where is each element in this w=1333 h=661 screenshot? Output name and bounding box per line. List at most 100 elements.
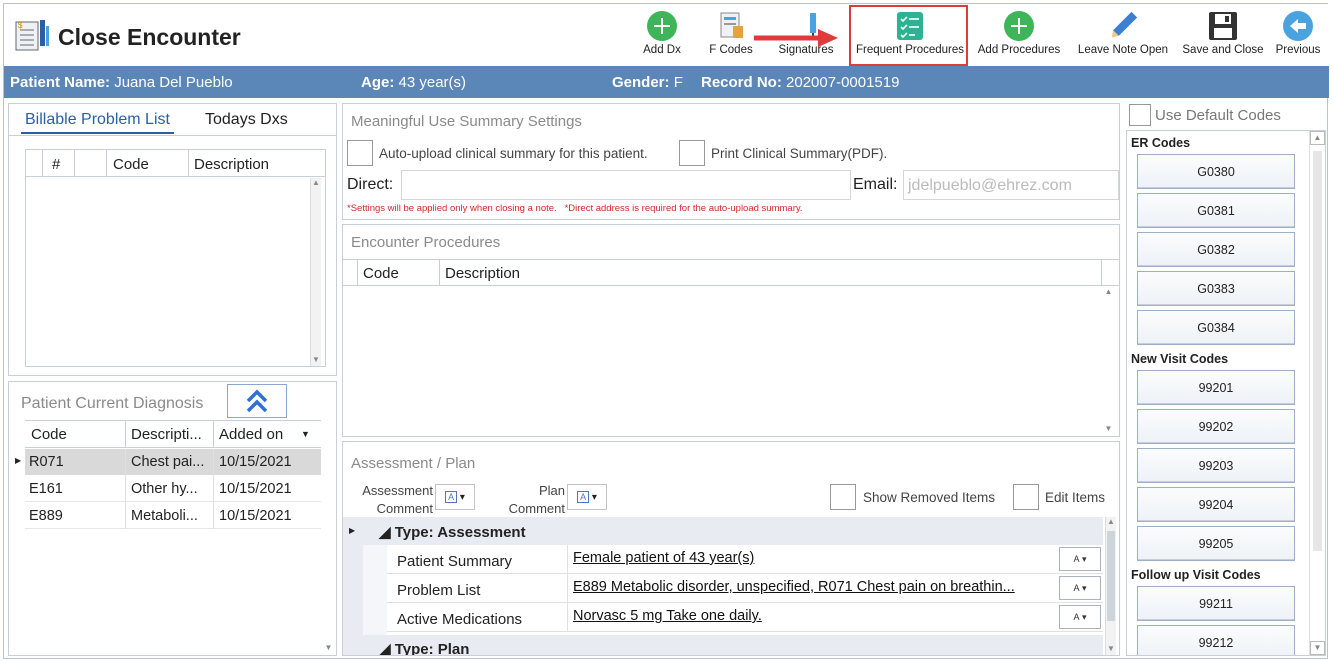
group-row-assessment[interactable]: ▶ ◢ Type: Assessment [343, 517, 1103, 545]
sort-down-icon[interactable]: ▼ [301, 429, 310, 439]
col-description[interactable]: Descripti... [131, 426, 202, 443]
assessment-plan-panel: Assessment / Plan Assessment Comment A ▾… [342, 441, 1120, 656]
encounter-procedures-panel: Encounter Procedures Code Description ▲ ▼ [342, 224, 1120, 437]
direct-label: Direct: [347, 176, 394, 193]
ap-title: Assessment / Plan [351, 455, 476, 472]
row-format-dropdown[interactable]: A ▾ [1059, 605, 1101, 629]
encounter-icon: $ [14, 18, 50, 54]
col-added-on[interactable]: Added on [219, 426, 283, 443]
plus-circle-icon [1004, 11, 1034, 41]
highlight-box [849, 5, 968, 66]
show-removed-checkbox[interactable] [830, 484, 856, 510]
group-plan-label: ◢ Type: Plan [379, 641, 470, 655]
auto-upload-checkbox[interactable] [347, 140, 373, 166]
plan-comment-dropdown[interactable]: A ▾ [567, 484, 607, 510]
ap-row-value[interactable]: E889 Metabolic disorder, unspecified, R0… [573, 579, 1057, 595]
group-assessment-label: ◢ Type: Assessment [379, 524, 526, 541]
edit-items-label: Edit Items [1045, 490, 1106, 505]
plus-circle-icon [647, 11, 677, 41]
save-and-close-label: Save and Close [1182, 44, 1264, 56]
list-item[interactable]: Active Medications Norvasc 5 mg Take one… [387, 603, 1103, 632]
assessment-plan-tree: ▶ ◢ Type: Assessment Patient Summary Fem… [343, 517, 1103, 655]
print-summary-checkbox[interactable] [679, 140, 705, 166]
edit-items-checkbox[interactable] [1013, 484, 1039, 510]
row-code: E889 [29, 508, 63, 524]
add-dx-button[interactable]: Add Dx [634, 8, 690, 64]
use-default-codes-checkbox[interactable] [1129, 104, 1151, 126]
scrollbar[interactable]: ▲ ▼ [310, 178, 321, 366]
ap-row-label: Active Medications [397, 611, 523, 628]
row-code: E161 [29, 481, 63, 497]
add-dx-label: Add Dx [643, 44, 681, 56]
assessment-comment-dropdown[interactable]: A ▾ [435, 484, 475, 510]
code-button-99205[interactable]: 99205 [1137, 526, 1295, 561]
plan-comment-label: Plan Comment [508, 483, 565, 516]
table-row[interactable]: ▶ R071 Chest pai... 10/15/2021 [15, 449, 321, 475]
text-format-icon: A [445, 491, 458, 503]
scrollbar[interactable]: ▲ ▼ [1105, 517, 1116, 655]
leave-note-open-button[interactable]: Leave Note Open [1074, 8, 1172, 64]
title-bar: $ Close Encounter Add Dx F Codes Signatu… [4, 4, 1329, 66]
row-code: R071 [29, 454, 64, 470]
collapse-button[interactable] [227, 384, 287, 418]
code-button-99204[interactable]: 99204 [1137, 487, 1295, 522]
er-codes-title: ER Codes [1131, 136, 1191, 150]
use-default-codes-label: Use Default Codes [1155, 107, 1281, 124]
code-button-99202[interactable]: 99202 [1137, 409, 1295, 444]
col-code[interactable]: Code [363, 265, 399, 282]
row-format-dropdown[interactable]: A ▾ [1059, 547, 1101, 571]
floppy-disk-icon [1209, 12, 1237, 40]
email-input[interactable]: jdelpueblo@ehrez.com [903, 170, 1119, 200]
record-label: Record No: [701, 74, 782, 91]
previous-button[interactable]: Previous [1272, 8, 1324, 64]
code-button-g0383[interactable]: G0383 [1137, 271, 1295, 306]
code-button-99211[interactable]: 99211 [1137, 586, 1295, 621]
new-visit-codes-title: New Visit Codes [1131, 352, 1229, 366]
save-and-close-button[interactable]: Save and Close [1180, 8, 1266, 64]
auto-upload-label: Auto-upload clinical summary for this pa… [379, 146, 648, 161]
ap-row-value[interactable]: Female patient of 43 year(s) [573, 550, 1057, 566]
row-description: Metaboli... [131, 508, 198, 524]
email-label: Email: [853, 176, 898, 193]
billable-problem-panel: Billable Problem List Todays Dxs # Code … [8, 103, 337, 376]
scrollbar[interactable]: ▲ ▼ [1103, 287, 1114, 435]
scrollbar[interactable]: ▲ ▼ [1309, 131, 1325, 655]
patient-age: 43 year(s) [398, 74, 467, 91]
code-button-99203[interactable]: 99203 [1137, 448, 1295, 483]
group-row-plan[interactable]: ◢ Type: Plan [363, 635, 1103, 655]
table-row[interactable]: E161 Other hy... 10/15/2021 [25, 476, 321, 502]
code-button-99212[interactable]: 99212 [1137, 625, 1295, 655]
ap-row-value[interactable]: Norvasc 5 mg Take one daily. [573, 608, 1057, 624]
code-button-g0381[interactable]: G0381 [1137, 193, 1295, 228]
patient-name-label: Patient Name: [10, 74, 111, 91]
code-button-g0382[interactable]: G0382 [1137, 232, 1295, 267]
tab-billable-problem-list[interactable]: Billable Problem List [21, 111, 174, 134]
code-button-99201[interactable]: 99201 [1137, 370, 1295, 405]
procedures-title: Encounter Procedures [351, 234, 501, 251]
direct-input[interactable] [401, 170, 851, 200]
row-added-on: 10/15/2021 [219, 454, 292, 470]
ap-row-label: Problem List [397, 582, 481, 599]
col-description[interactable]: Description [445, 265, 520, 282]
add-procedures-label: Add Procedures [977, 44, 1061, 56]
col-number[interactable]: # [52, 156, 60, 173]
add-procedures-button[interactable]: Add Procedures [974, 8, 1064, 64]
tab-todays-dxs[interactable]: Todays Dxs [205, 111, 288, 129]
list-item[interactable]: Patient Summary Female patient of 43 yea… [387, 545, 1103, 574]
list-item[interactable]: Problem List E889 Metabolic disorder, un… [387, 574, 1103, 603]
col-code[interactable]: Code [31, 426, 67, 443]
row-added-on: 10/15/2021 [219, 508, 292, 524]
table-row[interactable]: E889 Metaboli... 10/15/2021 [25, 503, 321, 529]
col-description[interactable]: Description [194, 156, 269, 173]
patient-name: Juana Del Pueblo [114, 74, 233, 91]
code-button-g0384[interactable]: G0384 [1137, 310, 1295, 345]
mu-title: Meaningful Use Summary Settings [351, 113, 582, 130]
meaningful-use-panel: Meaningful Use Summary Settings Auto-upl… [342, 103, 1120, 220]
double-chevron-up-icon [246, 389, 268, 413]
row-description: Chest pai... [131, 454, 205, 470]
leave-note-open-label: Leave Note Open [1077, 44, 1169, 56]
code-button-g0380[interactable]: G0380 [1137, 154, 1295, 189]
col-code[interactable]: Code [113, 156, 149, 173]
scrollbar[interactable]: ▼ [323, 420, 334, 654]
row-format-dropdown[interactable]: A ▾ [1059, 576, 1101, 600]
